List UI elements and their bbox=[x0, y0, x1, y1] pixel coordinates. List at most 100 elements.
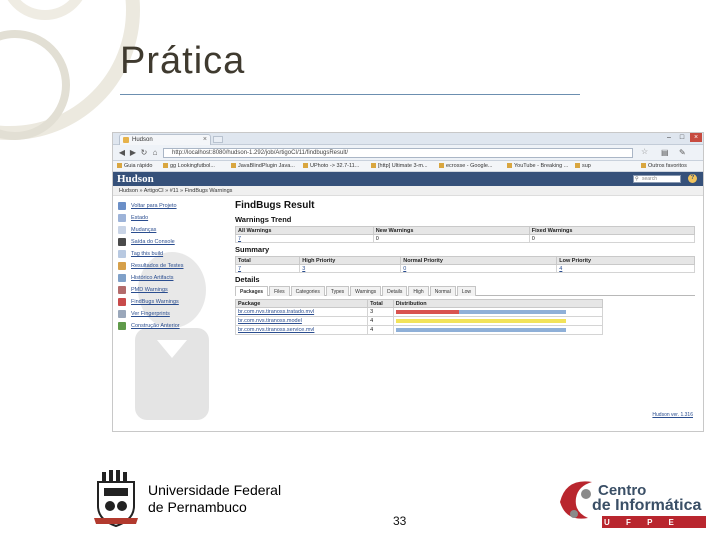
reload-icon[interactable]: ↻ bbox=[139, 148, 149, 158]
details-tab[interactable]: Normal bbox=[429, 286, 456, 296]
sidebar-item-icon bbox=[118, 202, 126, 210]
browser-tab-bar: Hudson × – □ × bbox=[113, 133, 703, 145]
bookmark-item[interactable]: JavaBlindPlugin Java... bbox=[231, 161, 295, 172]
slide: Prática Hudson × – □ × ◀ ▶ ↻ ⌂ http://lo… bbox=[0, 0, 720, 540]
forward-icon[interactable]: ▶ bbox=[128, 148, 138, 158]
address-input[interactable]: http://localhost:8080/hudson-1.292/job/A… bbox=[163, 148, 633, 158]
bookmark-item[interactable]: [http] Ultimate 3-m... bbox=[371, 161, 428, 172]
summary-high-value[interactable]: 3 bbox=[299, 264, 402, 273]
trend-new-value: 0 bbox=[372, 234, 530, 243]
bookmark-item[interactable]: gg Lookingfutbol... bbox=[163, 161, 215, 172]
institution-name: Universidade Federal de Pernambuco bbox=[148, 482, 282, 515]
trend-all-value[interactable]: 7 bbox=[235, 234, 374, 243]
bookmark-item[interactable]: ecrosse - Google... bbox=[439, 161, 492, 172]
sidebar-item-label: Voltar para Projeto bbox=[131, 203, 177, 209]
sidebar-item-icon bbox=[118, 274, 126, 282]
details-tab[interactable]: High bbox=[408, 286, 429, 296]
close-tab-icon[interactable]: × bbox=[203, 135, 207, 145]
sidebar-item[interactable]: Estado bbox=[117, 212, 227, 224]
hudson-logo[interactable]: Hudson bbox=[117, 173, 154, 185]
bookmark-item-other[interactable]: Outros favoritos bbox=[641, 161, 687, 172]
distribution-cell bbox=[392, 316, 604, 326]
high-priority-segment bbox=[395, 310, 459, 314]
sidebar-item[interactable]: Mudanças bbox=[117, 224, 227, 236]
window-close-icon[interactable]: × bbox=[690, 133, 702, 142]
bookmark-item[interactable]: Guia rápido bbox=[117, 161, 152, 172]
package-link[interactable]: br.com.nvs.tiranoss.model bbox=[234, 316, 369, 326]
summary-low-value[interactable]: 4 bbox=[556, 264, 695, 273]
sidebar-item-icon bbox=[118, 226, 126, 234]
bookmark-item[interactable]: UPhoto -> 32.7-11... bbox=[303, 161, 359, 172]
wrench-icon[interactable]: ✎ bbox=[679, 148, 686, 157]
breadcrumb[interactable]: Hudson » ArtigoCI » #11 » FindBugs Warni… bbox=[113, 186, 703, 196]
sidebar-item[interactable]: Construção Anterior bbox=[117, 320, 227, 332]
sidebar-item[interactable]: FindBugs Warnings bbox=[117, 296, 227, 308]
sidebar-item-label: PMD Warnings bbox=[131, 287, 168, 293]
sidebar-item-icon bbox=[118, 286, 126, 294]
page-content: Voltar para Projeto Estado Mudanças Saída d… bbox=[113, 196, 703, 422]
bookmark-item[interactable]: sup bbox=[575, 161, 591, 172]
distribution-cell bbox=[392, 307, 604, 317]
package-total: 3 bbox=[367, 307, 394, 317]
bookmark-star-icon[interactable]: ☆ bbox=[641, 147, 648, 156]
package-total: 4 bbox=[367, 325, 394, 335]
details-tab[interactable]: Packages bbox=[235, 286, 269, 296]
details-tab[interactable]: Categories bbox=[290, 286, 325, 296]
package-link[interactable]: br.com.nvs.tiranoss.tratado.mvl bbox=[234, 307, 369, 317]
help-icon[interactable]: ? bbox=[688, 174, 697, 183]
distribution-bar bbox=[395, 328, 566, 332]
package-link[interactable]: br.com.nvs.tiranoss.service.mvl bbox=[234, 325, 369, 335]
sidebar-item-icon bbox=[118, 298, 126, 306]
browser-tab[interactable]: Hudson × bbox=[119, 134, 211, 145]
home-icon[interactable]: ⌂ bbox=[150, 148, 160, 158]
new-tab-button[interactable] bbox=[213, 136, 223, 143]
details-tab[interactable]: Files bbox=[269, 286, 290, 296]
sidebar-item-icon bbox=[118, 238, 126, 246]
sidebar-item-label: Resultados de Testes bbox=[131, 263, 184, 269]
details-tab[interactable]: Details bbox=[382, 286, 408, 296]
sidebar-item-icon bbox=[118, 250, 126, 258]
sidebar-item[interactable]: Voltar para Projeto bbox=[117, 200, 227, 212]
sidebar-item-icon bbox=[118, 262, 126, 270]
sidebar-item[interactable]: Ver Fingerprints bbox=[117, 308, 227, 320]
details-header-package: Package bbox=[234, 299, 369, 308]
details-tab[interactable]: Low bbox=[456, 286, 477, 296]
page-menu-icon[interactable]: ▤ bbox=[661, 148, 669, 157]
table-row: br.com.nvs.tiranoss.model 4 bbox=[234, 316, 604, 326]
slide-title: Prática bbox=[120, 40, 246, 82]
trend-heading: Warnings Trend bbox=[235, 215, 292, 224]
sidebar-item-label: Histórico Artifacts bbox=[131, 275, 174, 281]
low-priority-segment bbox=[458, 310, 566, 314]
maximize-icon[interactable]: □ bbox=[676, 133, 688, 142]
trend-table: All Warnings New Warnings Fixed Warnings… bbox=[235, 226, 696, 243]
sidebar-item-label: Estado bbox=[131, 215, 149, 221]
summary-table: Total High Priority Normal Priority Low … bbox=[234, 256, 695, 273]
sidebar-item[interactable]: Tag this build bbox=[117, 248, 227, 260]
sidebar-item[interactable]: Histórico Artifacts bbox=[117, 272, 227, 284]
trend-header-fixed: Fixed Warnings bbox=[528, 226, 696, 235]
details-header-total: Total bbox=[367, 299, 394, 308]
title-underline bbox=[120, 94, 580, 95]
table-row: br.com.nvs.tiranoss.service.mvl 4 bbox=[234, 325, 604, 335]
sidebar: Voltar para Projeto Estado Mudanças Saída d… bbox=[117, 200, 227, 420]
sidebar-item[interactable]: PMD Warnings bbox=[117, 284, 227, 296]
sidebar-item[interactable]: Saída do Console bbox=[117, 236, 227, 248]
browser-screenshot: Hudson × – □ × ◀ ▶ ↻ ⌂ http://localhost:… bbox=[112, 132, 704, 432]
details-tab[interactable]: Types bbox=[325, 286, 350, 296]
hudson-version-link[interactable]: Hudson ver. 1.316 bbox=[652, 412, 693, 418]
sidebar-item-label: Mudanças bbox=[131, 227, 157, 233]
package-total: 4 bbox=[367, 316, 394, 326]
cin-logo-text: U F P E bbox=[604, 518, 681, 527]
details-tab[interactable]: Warnings bbox=[350, 286, 382, 296]
search-input[interactable]: ⚲ search bbox=[633, 175, 681, 183]
sidebar-item-label: Saída do Console bbox=[131, 239, 175, 245]
minimize-icon[interactable]: – bbox=[663, 133, 675, 142]
details-heading: Details bbox=[235, 275, 260, 284]
back-icon[interactable]: ◀ bbox=[117, 148, 127, 158]
sidebar-item-icon bbox=[118, 214, 126, 222]
bookmark-item[interactable]: YouTube - Breaking ... bbox=[507, 161, 568, 172]
sidebar-item-icon bbox=[118, 310, 126, 318]
sidebar-item[interactable]: Resultados de Testes bbox=[117, 260, 227, 272]
summary-total-value[interactable]: 7 bbox=[234, 264, 301, 273]
summary-normal-value[interactable]: 0 bbox=[400, 264, 558, 273]
